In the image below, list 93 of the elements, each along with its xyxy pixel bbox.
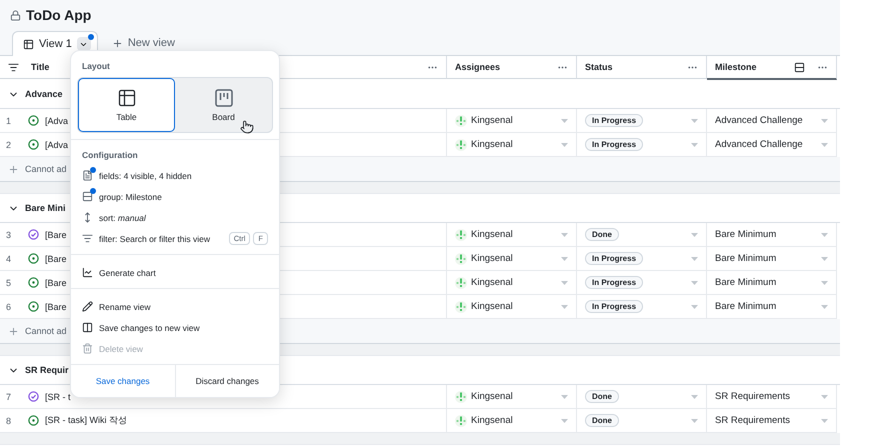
check-circle-icon — [28, 391, 39, 402]
caret-icon — [821, 280, 828, 284]
caret-icon — [691, 394, 698, 398]
new-view-button[interactable]: New view — [106, 31, 181, 55]
milestone-cell[interactable]: Bare Minimum — [707, 271, 837, 295]
status-cell[interactable]: In Progress — [577, 109, 707, 133]
group-icon — [82, 191, 93, 202]
view-options-button[interactable] — [76, 37, 91, 51]
lock-icon — [10, 10, 21, 20]
caret-icon — [821, 418, 828, 422]
filter-icon — [82, 233, 93, 244]
avatar-icon — [455, 114, 467, 126]
section-label: Layout — [81, 60, 111, 73]
pencil-icon — [82, 301, 93, 312]
menu-item[interactable]: Rename view — [77, 297, 273, 316]
menu-item[interactable]: Save changes to new view — [77, 318, 273, 337]
table-icon — [23, 38, 34, 50]
caret-icon — [561, 142, 568, 146]
caret-icon — [821, 118, 828, 122]
assignee-cell[interactable]: Kingsenal — [447, 247, 577, 271]
app-title: ToDo App — [26, 7, 92, 23]
dot-circle-icon — [28, 415, 39, 426]
status-cell[interactable]: Done — [577, 223, 707, 247]
check-circle-icon — [28, 229, 39, 240]
caret-icon — [691, 142, 698, 146]
column-header[interactable]: Milestone — [707, 56, 837, 80]
milestone-cell[interactable]: Bare Minimum — [707, 247, 837, 271]
line-chart-icon — [82, 267, 93, 278]
config-item[interactable]: fields: 4 visible, 4 hidden — [77, 166, 273, 185]
plus-icon — [8, 164, 19, 174]
caret-icon — [821, 304, 828, 308]
dot-circle-icon — [28, 253, 39, 264]
caret-icon — [821, 256, 828, 260]
save-button[interactable]: Save changes — [71, 365, 174, 397]
avatar-icon — [455, 414, 467, 426]
board-icon — [214, 88, 234, 108]
milestone-cell[interactable]: SR Requirements — [707, 385, 837, 409]
caret-icon — [561, 256, 568, 260]
assignee-cell[interactable]: Kingsenal — [447, 223, 577, 247]
column-header[interactable]: Status — [577, 56, 707, 79]
avatar-icon — [455, 276, 467, 288]
group-name: Bare Mini — [25, 203, 66, 213]
plus-icon — [112, 38, 123, 48]
avatar-icon — [455, 228, 467, 240]
avatar-icon — [455, 300, 467, 312]
assignee-cell[interactable]: Kingsenal — [447, 385, 577, 409]
caret-icon — [561, 418, 568, 422]
assignee-cell[interactable]: Kingsenal — [447, 109, 577, 133]
status-cell[interactable]: In Progress — [577, 271, 707, 295]
add-row-text: Cannot ad — [25, 164, 67, 174]
avatar-icon — [455, 252, 467, 264]
columns-icon — [82, 322, 93, 333]
milestone-cell[interactable]: Bare Minimum — [707, 223, 837, 247]
caret-icon — [821, 142, 828, 146]
group-name: Advance — [25, 89, 63, 99]
status-cell[interactable]: In Progress — [577, 247, 707, 271]
caret-icon — [561, 280, 568, 284]
avatar-icon — [455, 390, 467, 402]
avatar-icon — [455, 138, 467, 150]
fields-icon — [82, 170, 93, 181]
discard-button[interactable]: Discard changes — [174, 365, 279, 397]
caret-icon — [821, 232, 828, 236]
column-header[interactable]: Assignees — [447, 56, 577, 79]
plus-icon — [8, 326, 19, 336]
layout-option[interactable]: Table — [78, 78, 175, 132]
trash-icon — [82, 343, 93, 354]
caret-icon — [561, 304, 568, 308]
caret-icon — [691, 256, 698, 260]
milestone-cell[interactable]: Advanced Challenge — [707, 109, 837, 133]
status-cell[interactable]: Done — [577, 385, 707, 409]
hand-cursor-icon — [240, 120, 254, 134]
filter-icon[interactable] — [8, 62, 19, 72]
caret-icon — [691, 304, 698, 308]
dot-circle-icon — [28, 139, 39, 150]
add-row-text: Cannot ad — [25, 326, 67, 336]
view-tab[interactable]: View 1 — [12, 31, 98, 56]
dot-circle-icon — [28, 301, 39, 312]
caret-icon — [691, 280, 698, 284]
caret-icon — [691, 118, 698, 122]
caret-icon — [561, 118, 568, 122]
caret-icon — [691, 232, 698, 236]
assignee-cell[interactable]: Kingsenal — [447, 271, 577, 295]
table-icon — [116, 88, 136, 108]
caret-icon — [561, 232, 568, 236]
dot-circle-icon — [28, 277, 39, 288]
caret-icon — [821, 394, 828, 398]
group-name: SR Requir — [25, 365, 69, 375]
caret-icon — [691, 418, 698, 422]
config-item[interactable]: group: Milestone — [77, 187, 273, 206]
sort-icon — [82, 212, 93, 223]
group-icon — [794, 62, 805, 72]
dot-circle-icon — [28, 115, 39, 126]
caret-icon — [561, 394, 568, 398]
